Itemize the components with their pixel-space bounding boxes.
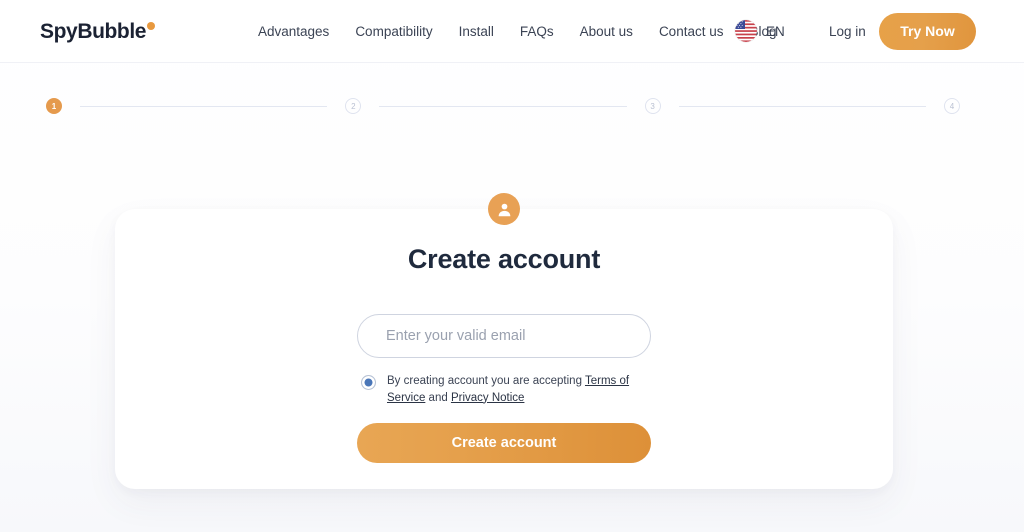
stepper-step-2[interactable]: 2	[345, 98, 362, 114]
privacy-notice-link[interactable]: Privacy Notice	[451, 392, 525, 404]
terms-text: By creating account you are accepting Te…	[387, 373, 645, 406]
stepper-connector-2	[379, 105, 627, 107]
email-input[interactable]	[357, 314, 651, 358]
terms-acceptance-row: By creating account you are accepting Te…	[357, 373, 651, 406]
nav-link-advantages[interactable]: Advantages	[258, 24, 329, 39]
stepper-connector-3	[678, 105, 926, 107]
us-flag-icon	[735, 20, 757, 42]
stepper-step-1[interactable]: 1	[46, 98, 62, 114]
stepper-connector-1	[80, 105, 328, 107]
log-in-link[interactable]: Log in	[829, 24, 866, 39]
brand-logo[interactable]: SpyBubble	[40, 19, 156, 43]
signup-stepper: 1 2 3 4	[46, 98, 960, 114]
create-account-form: By creating account you are accepting Te…	[357, 314, 651, 464]
brand-logo-dot-icon	[147, 21, 156, 30]
terms-conjunction-text: and	[425, 391, 451, 404]
nav-link-compatibility[interactable]: Compatibility	[355, 24, 432, 39]
create-account-card: Create account By creating account you a…	[115, 193, 893, 489]
stepper-step-4[interactable]: 4	[943, 98, 960, 114]
language-selector[interactable]: EN	[735, 20, 785, 42]
try-now-button[interactable]: Try Now	[879, 12, 976, 50]
user-avatar-icon	[488, 193, 520, 225]
nav-link-faqs[interactable]: FAQs	[520, 24, 554, 39]
main-navigation: Advantages Compatibility Install FAQs Ab…	[258, 24, 777, 39]
terms-prefix-text: By creating account you are accepting	[387, 375, 585, 387]
create-account-button[interactable]: Create account	[357, 423, 651, 464]
stepper-step-3[interactable]: 3	[644, 98, 661, 114]
nav-link-contact-us[interactable]: Contact us	[659, 24, 724, 39]
terms-radio-button[interactable]	[362, 376, 375, 389]
brand-logo-text: SpyBubble	[40, 19, 147, 43]
language-code-label: EN	[766, 23, 785, 39]
site-header: SpyBubble Advantages Compatibility Insta…	[0, 0, 1024, 63]
signup-page: SpyBubble Advantages Compatibility Insta…	[0, 0, 1024, 532]
nav-link-about-us[interactable]: About us	[580, 24, 633, 39]
nav-link-install[interactable]: Install	[459, 24, 494, 39]
page-title: Create account	[407, 244, 601, 274]
